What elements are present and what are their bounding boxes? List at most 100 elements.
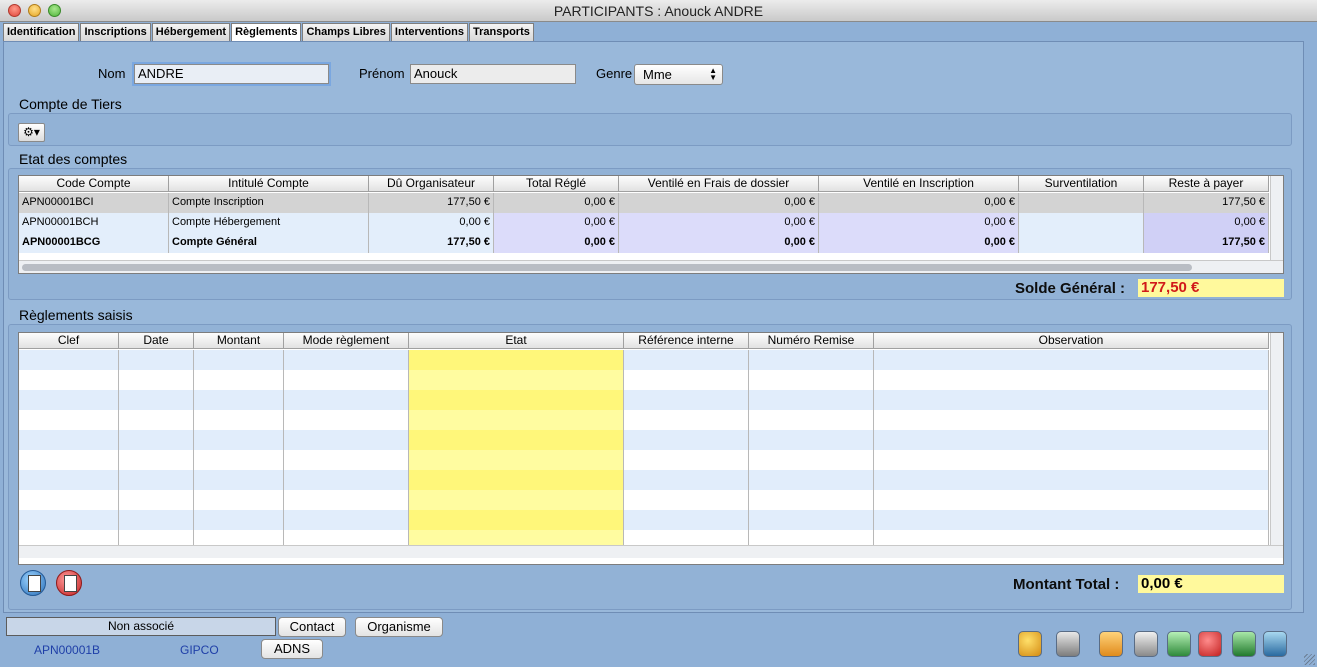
col-code-compte[interactable]: Code Compte — [19, 176, 169, 192]
table-cell[interactable] — [19, 450, 119, 470]
table-cell[interactable] — [409, 510, 624, 530]
table-cell[interactable] — [119, 410, 194, 430]
table-cell[interactable] — [19, 490, 119, 510]
table-cell[interactable] — [284, 390, 409, 410]
table-cell[interactable] — [874, 450, 1269, 470]
table-cell[interactable] — [409, 390, 624, 410]
col-numero-remise[interactable]: Numéro Remise — [749, 333, 874, 349]
resize-grip-icon[interactable] — [1304, 654, 1315, 665]
col-reste-a-payer[interactable]: Reste à payer — [1144, 176, 1269, 192]
table-cell[interactable] — [119, 470, 194, 490]
table-cell[interactable] — [624, 370, 749, 390]
col-du-organisateur[interactable]: Dû Organisateur — [369, 176, 494, 192]
table-cell[interactable] — [624, 450, 749, 470]
table-cell[interactable] — [409, 410, 624, 430]
reglements-horizontal-scrollbar[interactable] — [19, 545, 1283, 558]
printer-icon[interactable] — [1056, 631, 1080, 657]
table-cell[interactable] — [284, 350, 409, 370]
table-cell[interactable] — [409, 370, 624, 390]
adns-button[interactable]: ADNS — [261, 639, 323, 659]
table-cell[interactable] — [284, 370, 409, 390]
table-cell[interactable] — [284, 410, 409, 430]
table-cell[interactable] — [874, 410, 1269, 430]
col-montant[interactable]: Montant — [194, 333, 284, 349]
mail-icon[interactable] — [1099, 631, 1123, 657]
save-icon[interactable] — [1232, 631, 1256, 657]
table-cell[interactable] — [19, 410, 119, 430]
table-cell[interactable] — [624, 430, 749, 450]
prenom-field[interactable]: Anouck — [410, 64, 576, 84]
table-cell[interactable] — [19, 350, 119, 370]
table-cell[interactable] — [284, 510, 409, 530]
table-row[interactable] — [19, 370, 1269, 390]
table-cell[interactable] — [194, 370, 284, 390]
col-reference-interne[interactable]: Référence interne — [624, 333, 749, 349]
table-row[interactable] — [19, 410, 1269, 430]
table-cell[interactable] — [19, 390, 119, 410]
table-cell[interactable] — [19, 470, 119, 490]
genre-select[interactable]: Mme ▲ ▼ — [634, 64, 723, 85]
table-row[interactable] — [19, 430, 1269, 450]
table-cell[interactable] — [284, 430, 409, 450]
organisme-button[interactable]: Organisme — [355, 617, 443, 637]
delete-reglement-icon[interactable] — [56, 570, 82, 596]
table-cell[interactable] — [194, 450, 284, 470]
table-cell[interactable] — [19, 430, 119, 450]
scroll-thumb[interactable] — [22, 264, 1192, 271]
comptes-vertical-scrollbar[interactable] — [1270, 176, 1283, 260]
tab-champs-libres[interactable]: Champs Libres — [302, 23, 390, 41]
table-cell[interactable] — [749, 390, 874, 410]
table-cell[interactable] — [284, 470, 409, 490]
col-mode-reglement[interactable]: Mode règlement — [284, 333, 409, 349]
reglements-vertical-scrollbar[interactable] — [1270, 333, 1283, 545]
table-row[interactable] — [19, 390, 1269, 410]
table-cell[interactable] — [194, 490, 284, 510]
contact-button[interactable]: Contact — [278, 617, 346, 637]
table-cell[interactable] — [409, 490, 624, 510]
tab-transports[interactable]: Transports — [469, 23, 534, 41]
table-cell[interactable] — [409, 350, 624, 370]
export-icon[interactable] — [1167, 631, 1191, 657]
print-list-icon[interactable] — [1134, 631, 1158, 657]
table-cell[interactable] — [874, 390, 1269, 410]
table-cell[interactable] — [874, 350, 1269, 370]
tab-interventions[interactable]: Interventions — [390, 23, 468, 41]
tab-inscriptions[interactable]: Inscriptions — [80, 23, 151, 41]
table-cell[interactable] — [119, 490, 194, 510]
col-total-regle[interactable]: Total Réglé — [494, 176, 619, 192]
col-ventile-frais[interactable]: Ventilé en Frais de dossier — [619, 176, 819, 192]
comptes-horizontal-scrollbar[interactable] — [19, 260, 1283, 273]
table-cell[interactable] — [874, 510, 1269, 530]
table-cell[interactable] — [284, 490, 409, 510]
nom-field[interactable]: ANDRE — [134, 64, 329, 84]
table-cell[interactable] — [194, 470, 284, 490]
table-cell[interactable] — [874, 430, 1269, 450]
table-cell[interactable] — [119, 390, 194, 410]
delete-record-icon[interactable] — [1198, 631, 1222, 657]
table-cell[interactable] — [874, 470, 1269, 490]
table-row[interactable]: APN00001BCH Compte Hébergement 0,00 € 0,… — [19, 213, 1269, 233]
tab-reglements[interactable]: Règlements — [231, 23, 302, 42]
table-cell[interactable] — [194, 430, 284, 450]
table-cell[interactable] — [119, 450, 194, 470]
table-cell[interactable] — [874, 490, 1269, 510]
table-cell[interactable] — [19, 510, 119, 530]
col-surventilation[interactable]: Surventilation — [1019, 176, 1144, 192]
next-record-icon[interactable] — [1263, 631, 1287, 657]
table-cell[interactable] — [119, 350, 194, 370]
info-icon[interactable] — [1018, 631, 1042, 657]
table-cell[interactable] — [749, 490, 874, 510]
table-row[interactable] — [19, 450, 1269, 470]
table-cell[interactable] — [194, 390, 284, 410]
add-reglement-icon[interactable] — [20, 570, 46, 596]
table-cell[interactable] — [624, 490, 749, 510]
table-cell[interactable] — [194, 410, 284, 430]
table-cell[interactable] — [624, 510, 749, 530]
table-cell[interactable] — [749, 410, 874, 430]
table-cell[interactable] — [749, 430, 874, 450]
table-cell[interactable] — [194, 510, 284, 530]
table-cell[interactable] — [624, 410, 749, 430]
table-cell[interactable] — [409, 430, 624, 450]
col-intitule-compte[interactable]: Intitulé Compte — [169, 176, 369, 192]
table-row[interactable] — [19, 490, 1269, 510]
